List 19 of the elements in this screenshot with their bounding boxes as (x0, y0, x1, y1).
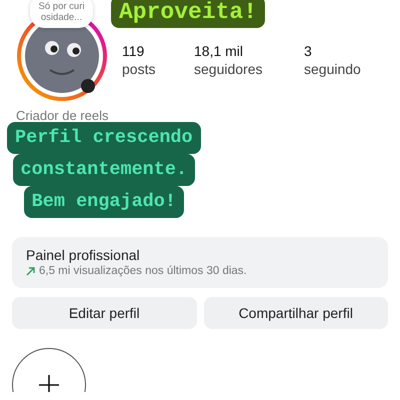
category-label: Criador de reels (16, 108, 110, 124)
professional-dashboard[interactable]: Painel profissional 6,5 mi visualizações nos últimos 30 dias. (12, 237, 388, 288)
stat-label[interactable]: seguidores (194, 60, 304, 78)
stat-count[interactable]: 18,1 mil (194, 42, 304, 60)
dashboard-summary: 6,5 mi visualizações nos últimos 30 dias. (39, 265, 247, 277)
sticker-text: Aproveita! (111, 0, 266, 28)
sticker-text: Bem engajado! (24, 186, 184, 218)
share-profile-button[interactable]: Compartilhar perfil (204, 297, 388, 329)
stat-label[interactable]: seguindo (304, 60, 364, 78)
stat-label[interactable]: posts (122, 60, 194, 78)
note-tooltip[interactable]: Só por curi osidade... (30, 0, 93, 28)
stat-count[interactable]: 3 (304, 42, 364, 60)
dashboard-title: Painel profissional (26, 247, 141, 263)
sticker-text: Perfil crescendo (7, 122, 201, 154)
stat-count[interactable]: 119 (122, 42, 194, 60)
edit-profile-button[interactable]: Editar perfil (12, 297, 196, 329)
trend-arrow-icon (26, 266, 35, 276)
plus-icon (39, 375, 59, 392)
sticker-text: constantemente. (12, 154, 196, 186)
